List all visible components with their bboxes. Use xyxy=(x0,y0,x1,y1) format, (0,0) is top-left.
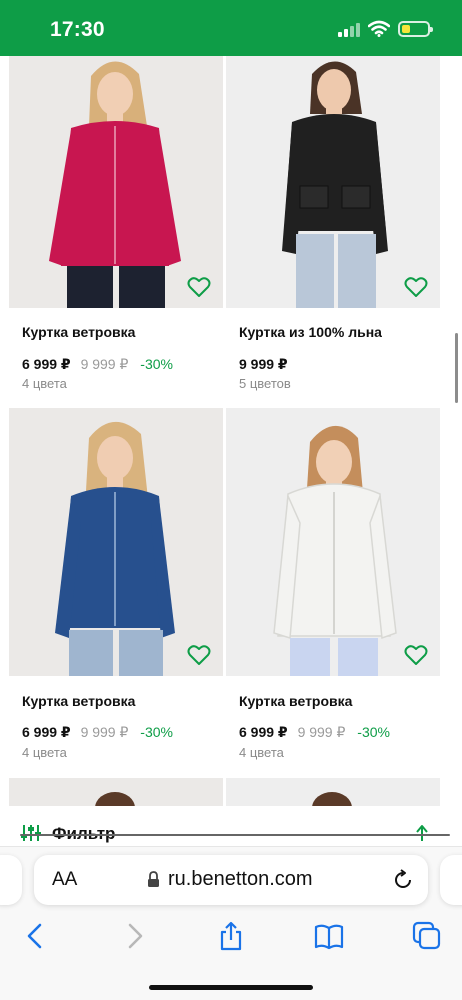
product-image[interactable] xyxy=(9,56,223,308)
product-image[interactable] xyxy=(226,778,440,806)
previous-tab-preview[interactable] xyxy=(0,855,22,905)
bookmarks-icon[interactable] xyxy=(314,921,344,951)
discount-badge: -30% xyxy=(140,356,173,372)
heart-outline-icon[interactable] xyxy=(404,644,428,666)
reload-icon[interactable] xyxy=(392,869,414,891)
status-time: 17:30 xyxy=(50,18,105,41)
back-icon[interactable] xyxy=(20,921,50,951)
color-count: 4 цвета xyxy=(22,376,67,391)
browser-toolbar: AA ru.benetton.com xyxy=(0,846,462,1000)
product-image[interactable] xyxy=(9,778,223,806)
product-name[interactable]: Куртка из 100% льна xyxy=(239,324,382,340)
product-image[interactable] xyxy=(226,56,440,308)
scroll-indicator xyxy=(20,834,450,836)
discount-badge: -30% xyxy=(357,724,390,740)
lock-icon xyxy=(148,871,159,887)
model-photo xyxy=(49,61,181,308)
price-old: 9 999 ₽ xyxy=(80,356,129,372)
heart-outline-icon[interactable] xyxy=(187,644,211,666)
price-old: 9 999 ₽ xyxy=(297,724,346,740)
url-text[interactable]: ru.benetton.com xyxy=(168,868,313,891)
price-row: 6 999 ₽ 9 999 ₽ -30% xyxy=(22,724,173,741)
arrow-up-icon[interactable] xyxy=(414,824,430,842)
product-image[interactable] xyxy=(226,408,440,676)
reader-mode-button[interactable]: AA xyxy=(52,869,77,891)
tabs-icon[interactable] xyxy=(412,921,442,951)
sliders-icon[interactable] xyxy=(20,824,42,842)
price-current: 6 999 ₽ xyxy=(22,724,71,740)
filter-bar[interactable]: Фильтр xyxy=(0,806,462,846)
heart-outline-icon[interactable] xyxy=(404,276,428,298)
model-photo xyxy=(273,425,397,676)
color-count: 5 цветов xyxy=(239,376,291,391)
battery-level xyxy=(402,25,410,33)
product-image[interactable] xyxy=(9,408,223,676)
price-current: 6 999 ₽ xyxy=(22,356,71,372)
price-row: 6 999 ₽ 9 999 ₽ -30% xyxy=(239,724,390,741)
address-bar[interactable]: AA ru.benetton.com xyxy=(34,855,428,905)
home-indicator[interactable] xyxy=(149,985,313,990)
model-photo xyxy=(95,792,135,806)
price-row: 6 999 ₽ 9 999 ₽ -30% xyxy=(22,356,173,373)
share-icon[interactable] xyxy=(216,921,246,951)
color-count: 4 цвета xyxy=(239,745,284,760)
product-name[interactable]: Куртка ветровка xyxy=(22,324,135,340)
discount-badge: -30% xyxy=(140,724,173,740)
forward-icon[interactable] xyxy=(120,921,150,951)
product-name[interactable]: Куртка ветровка xyxy=(22,693,135,709)
status-bar: 17:30 xyxy=(0,0,462,56)
heart-outline-icon[interactable] xyxy=(187,276,211,298)
product-name[interactable]: Куртка ветровка xyxy=(239,693,352,709)
price-current: 6 999 ₽ xyxy=(239,724,288,740)
wifi-icon xyxy=(368,20,390,37)
next-tab-preview[interactable] xyxy=(440,855,462,905)
cellular-signal-icon xyxy=(338,22,362,37)
price-old: 9 999 ₽ xyxy=(80,724,129,740)
price-current: 9 999 ₽ xyxy=(239,356,288,372)
model-photo xyxy=(55,421,175,676)
model-photo xyxy=(312,792,352,806)
price-row: 9 999 ₽ xyxy=(239,356,288,373)
battery-icon xyxy=(398,21,433,37)
model-photo xyxy=(282,61,388,308)
color-count: 4 цвета xyxy=(22,745,67,760)
page-scrollbar[interactable] xyxy=(455,333,458,403)
